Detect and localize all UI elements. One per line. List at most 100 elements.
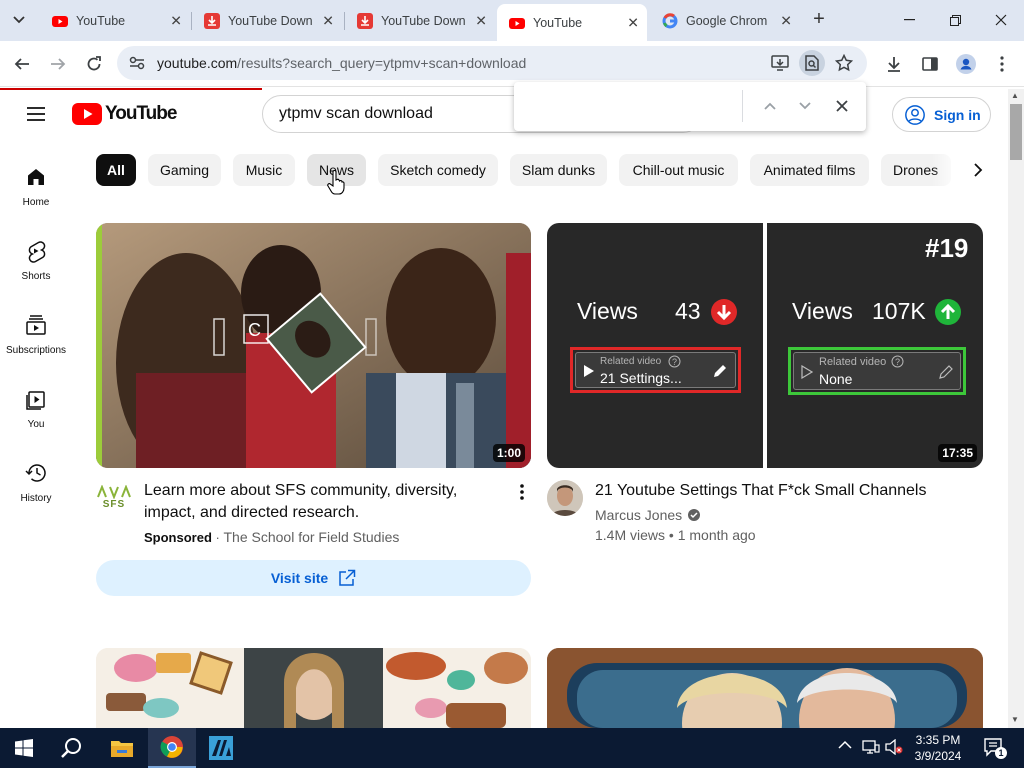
duration-badge: 17:35 [938,444,977,462]
chip-animated-films[interactable]: Animated films [750,154,869,186]
site-settings-icon[interactable] [129,56,145,70]
chip-gaming[interactable]: Gaming [148,154,221,186]
ad-title[interactable]: Learn more about SFS community, diversit… [144,480,484,524]
profile-button[interactable] [954,52,978,76]
close-tab-icon[interactable]: ✕ [322,13,334,30]
forward-button[interactable] [46,52,70,76]
browser-tab-active[interactable]: YouTube ✕ [497,4,647,41]
channel-name[interactable]: Marcus Jones [595,507,682,523]
pencil-icon [939,365,953,379]
scrollbar-thumb[interactable] [1010,104,1022,160]
ad-menu-button[interactable] [515,482,529,502]
verified-icon [688,509,701,521]
scroll-up-arrow[interactable]: ▲ [1011,91,1019,100]
logo-text: YouTube [105,103,177,124]
network-status[interactable] [862,739,880,755]
find-next-button[interactable] [794,95,816,117]
nav-shorts[interactable]: Shorts [0,229,72,289]
downloads-button[interactable] [882,52,906,76]
file-explorer-button[interactable] [98,728,146,768]
google-icon [662,13,678,29]
hand-cursor-icon [327,170,345,195]
address-bar[interactable]: youtube.com/results?search_query=ytpmv+s… [117,46,867,80]
nav-history[interactable]: History [0,451,72,511]
close-tab-icon[interactable]: ✕ [627,14,639,31]
page-scrollbar[interactable] [1008,89,1024,728]
video-thumbnail[interactable] [547,648,983,728]
clock-time: 3:35 PM [915,733,961,747]
chevron-down-icon [799,102,811,110]
reload-button[interactable] [82,52,106,76]
guide-menu-button[interactable] [24,104,48,124]
chip-slam-dunks[interactable]: Slam dunks [510,154,607,186]
chip-chill-out-music[interactable]: Chill-out music [619,154,738,186]
video-thumbnail[interactable] [96,648,531,728]
taskbar-search-button[interactable] [48,728,96,768]
advertiser-logo-text: SFS [102,499,126,510]
bookmark-star-icon[interactable] [835,54,853,72]
youtube-icon [509,17,525,29]
svg-text:?: ? [895,357,900,367]
visit-site-label: Visit site [270,570,329,586]
play-icon [584,365,594,377]
nav-subscriptions[interactable]: Subscriptions [0,303,72,363]
sponsored-label: Sponsored [144,530,212,545]
show-hidden-icons[interactable] [838,740,852,750]
find-input[interactable] [526,92,731,120]
ad-thumbnail[interactable]: C 1:00 [96,223,531,468]
windows-taskbar: 3:35 PM 3/9/2024 1 [0,728,1024,768]
history-icon [25,464,46,482]
find-in-page-button[interactable] [799,50,825,76]
channel-avatar[interactable] [547,480,583,516]
app-taskbar-button[interactable] [197,728,245,768]
chips-next-button[interactable] [966,158,990,182]
close-tab-icon[interactable]: ✕ [475,13,487,30]
scroll-down-arrow[interactable]: ▼ [1011,715,1019,724]
chevron-up-icon [764,102,776,110]
find-previous-button[interactable] [759,95,781,117]
notifications-button[interactable]: 1 [983,737,1007,759]
find-close-button[interactable] [831,95,853,117]
volume-status[interactable] [885,739,903,755]
clock-date: 3/9/2024 [914,749,962,763]
sign-in-button[interactable]: Sign in [892,97,991,132]
browser-tab[interactable]: YouTube ✕ [40,6,190,36]
chip-sketch-comedy[interactable]: Sketch comedy [378,154,498,186]
minimize-button[interactable] [886,0,932,40]
side-panel-button[interactable] [918,52,942,76]
thumb-split [763,223,767,468]
close-tab-icon[interactable]: ✕ [780,13,792,30]
video-stats: 1.4M views • 1 month ago [595,527,756,543]
install-app-icon[interactable] [771,54,789,72]
nav-you[interactable]: You [0,377,72,437]
chip-all[interactable]: All [96,154,136,186]
find-divider [742,90,743,122]
volume-muted-icon [885,739,903,755]
back-button[interactable] [10,52,34,76]
close-window-button[interactable] [978,0,1024,40]
chrome-menu-button[interactable] [990,52,1014,76]
page-loading-bar [0,88,262,90]
restore-button[interactable] [932,0,978,40]
advertiser-logo[interactable]: SFS [96,485,132,511]
browser-tab[interactable]: YouTube Down ✕ [345,6,495,36]
nav-home[interactable]: Home [0,155,72,215]
browser-tab[interactable]: YouTube Down ✕ [192,6,342,36]
visit-site-button[interactable]: Visit site [96,560,531,596]
new-tab-button[interactable]: + [808,9,830,31]
start-button[interactable] [0,728,48,768]
close-tab-icon[interactable]: ✕ [170,13,182,30]
windows-logo-icon [15,739,33,757]
browser-tab[interactable]: Google Chrom ✕ [650,6,800,36]
back-arrow-icon [14,58,29,70]
advertiser-name[interactable]: The School for Field Studies [223,529,399,545]
tab-search-button[interactable] [6,7,32,33]
youtube-logo[interactable]: YouTube [72,103,177,125]
video-title[interactable]: 21 Youtube Settings That F*ck Small Chan… [595,480,975,502]
url-path: /results?search_query=ytpmv+scan+downloa… [237,55,527,71]
chip-music[interactable]: Music [233,154,295,186]
chrome-taskbar-button[interactable] [148,728,196,768]
system-clock[interactable]: 3:35 PM 3/9/2024 [906,732,970,764]
video-thumbnail[interactable]: Views 43 Related video ? 21 Settings... … [547,223,983,468]
svg-text:?: ? [672,357,677,367]
